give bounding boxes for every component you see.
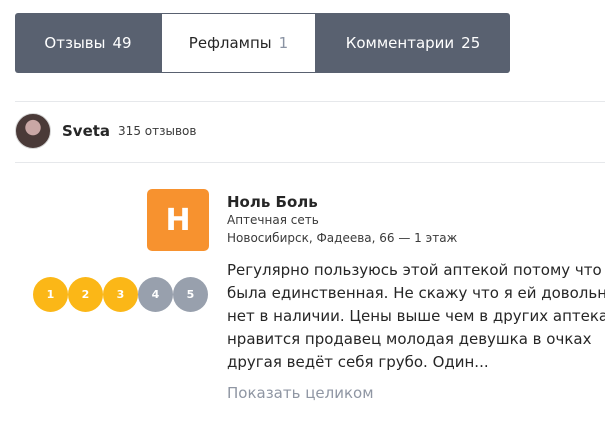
place-logo[interactable]: H xyxy=(147,189,209,251)
tab-reviews-count: 49 xyxy=(112,34,132,52)
tab-reviews-label: Отзывы xyxy=(44,34,106,52)
review-line: Регулярно пользуюсь этой аптекой потому … xyxy=(227,261,602,279)
divider xyxy=(15,162,605,163)
place-type: Аптечная сеть xyxy=(227,213,319,227)
rating-dot-3: 3 xyxy=(103,277,138,312)
show-more-link[interactable]: Показать целиком xyxy=(227,384,374,402)
review-line: нравится продавец молодая девушка в очка… xyxy=(227,330,592,348)
review-text: Регулярно пользуюсь этой аптекой потому … xyxy=(227,259,605,374)
rating-dot-2: 2 xyxy=(68,277,103,312)
review-line: другая ведёт себя грубо. Один... xyxy=(227,353,489,371)
user-row: Sveta 315 отзывов xyxy=(15,113,196,149)
tab-reflamps[interactable]: Рефлампы 1 xyxy=(161,13,316,73)
tab-reviews[interactable]: Отзывы 49 xyxy=(15,13,161,73)
tab-reflamps-count: 1 xyxy=(278,34,289,52)
avatar[interactable] xyxy=(15,113,51,149)
tab-comments-label: Комментарии xyxy=(345,34,455,52)
username-link[interactable]: Sveta xyxy=(62,122,110,140)
tab-comments-count: 25 xyxy=(461,34,481,52)
user-review-count: 315 отзывов xyxy=(118,124,197,138)
divider xyxy=(15,101,605,102)
rating-dot-4: 4 xyxy=(138,277,173,312)
tab-bar: Отзывы 49 Рефлампы 1 Комментарии 25 xyxy=(15,13,510,73)
review-line: нет в наличии. Цены выше чем в других ап… xyxy=(227,307,605,325)
tab-reflamps-label: Рефлампы xyxy=(188,34,272,52)
place-name-link[interactable]: Ноль Боль xyxy=(227,193,318,211)
rating-dot-1: 1 xyxy=(33,277,68,312)
place-address: Новосибирск, Фадеева, 66 — 1 этаж xyxy=(227,231,458,245)
tab-comments[interactable]: Комментарии 25 xyxy=(316,13,510,73)
rating: 1 2 3 4 5 xyxy=(33,277,208,312)
review-line: была единственная. Не скажу что я ей дов… xyxy=(227,284,605,302)
rating-dot-5: 5 xyxy=(173,277,208,312)
